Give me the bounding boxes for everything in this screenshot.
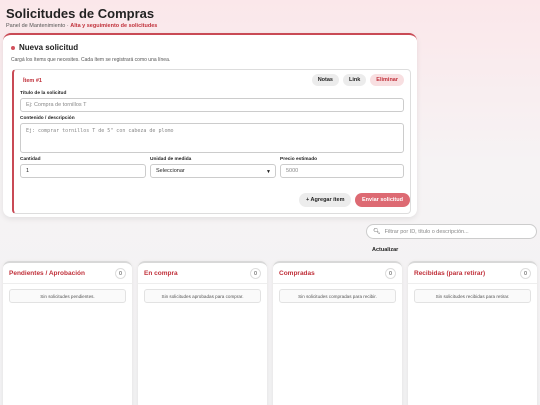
- title-input[interactable]: Ej: Compra de tornillos T: [20, 98, 404, 112]
- column-title: En compra: [144, 270, 178, 277]
- filter-input[interactable]: 🔍︎ Filtrar por ID, título o descripción.…: [366, 224, 537, 239]
- quantity-input[interactable]: 1: [20, 164, 146, 178]
- column-count-badge: 0: [115, 268, 126, 279]
- new-request-card: Nueva solicitud Cargá los ítems que nece…: [3, 33, 417, 217]
- refresh-button[interactable]: Actualizar: [366, 243, 404, 256]
- page-title: Solicitudes de Compras: [6, 6, 155, 21]
- quantity-field-label: Cantidad: [20, 157, 41, 162]
- page-subtitle: Panel de Mantenimiento · Alta y seguimie…: [6, 23, 157, 29]
- column-purchased: Compradas 0 Sin solicitudes compradas pa…: [273, 261, 402, 405]
- empty-state: Sin solicitudes compradas para recibir.: [279, 289, 396, 303]
- content-field-label: Contenido / descripción: [20, 116, 75, 121]
- column-divider: [273, 283, 402, 284]
- column-count-badge: 0: [520, 268, 531, 279]
- delete-item-button[interactable]: Eliminar: [370, 74, 404, 86]
- unit-field-label: Unidad de medida: [150, 157, 192, 162]
- subtitle-prefix: Panel de Mantenimiento: [6, 23, 66, 29]
- unit-select[interactable]: Seleccionar ▼: [150, 164, 276, 178]
- item-block: Ítem #1 Notas Link Eliminar Título de la…: [12, 69, 411, 214]
- add-item-button[interactable]: + Agregar ítem: [299, 193, 352, 207]
- chevron-down-icon: ▼: [266, 169, 271, 175]
- column-purchasing: En compra 0 Sin solicitudes aprobadas pa…: [138, 261, 267, 405]
- item-actions: Notas Link Eliminar: [311, 74, 404, 86]
- empty-state: Sin solicitudes recibidas para retirar.: [414, 289, 531, 303]
- filter-placeholder: Filtrar por ID, título o descripción...: [384, 228, 469, 235]
- column-title: Compradas: [279, 270, 315, 277]
- link-button[interactable]: Link: [342, 74, 367, 86]
- card-title: Nueva solicitud: [19, 43, 79, 52]
- send-request-button[interactable]: Enviar solicitud: [355, 193, 410, 207]
- notes-button[interactable]: Notas: [311, 74, 339, 86]
- column-divider: [408, 283, 537, 284]
- card-hint: Cargá los ítems que necesites. Cada ítem…: [11, 57, 171, 63]
- empty-state: Sin solicitudes aprobadas para comprar.: [144, 289, 261, 303]
- column-pending: Pendientes / Aprobación 0 Sin solicitude…: [3, 261, 132, 405]
- column-title: Pendientes / Aprobación: [9, 270, 85, 277]
- item-label: Ítem #1: [23, 78, 42, 84]
- page-header: Solicitudes de Compras Panel de Mantenim…: [6, 6, 157, 29]
- subtitle-separator: ·: [66, 23, 69, 29]
- content-textarea[interactable]: Ej: comprar tornillos T de 5" con cabeza…: [20, 123, 404, 153]
- unit-select-value: Seleccionar: [156, 168, 185, 174]
- price-field-label: Precio estimado: [280, 157, 318, 162]
- column-count-badge: 0: [250, 268, 261, 279]
- price-input[interactable]: 5000: [280, 164, 404, 178]
- column-title: Recibidas (para retirar): [414, 270, 486, 277]
- card-title-row: Nueva solicitud: [11, 43, 78, 52]
- empty-state: Sin solicitudes pendientes.: [9, 289, 126, 303]
- column-received: Recibidas (para retirar) 0 Sin solicitud…: [408, 261, 537, 405]
- bullet-dot-icon: [11, 45, 15, 50]
- title-field-label: Título de la solicitud: [20, 91, 67, 96]
- search-icon: 🔍︎: [373, 229, 381, 235]
- subtitle-accent: Alta y seguimiento de solicitudes: [70, 23, 158, 29]
- column-count-badge: 0: [385, 268, 396, 279]
- column-divider: [138, 283, 267, 284]
- column-divider: [3, 283, 132, 284]
